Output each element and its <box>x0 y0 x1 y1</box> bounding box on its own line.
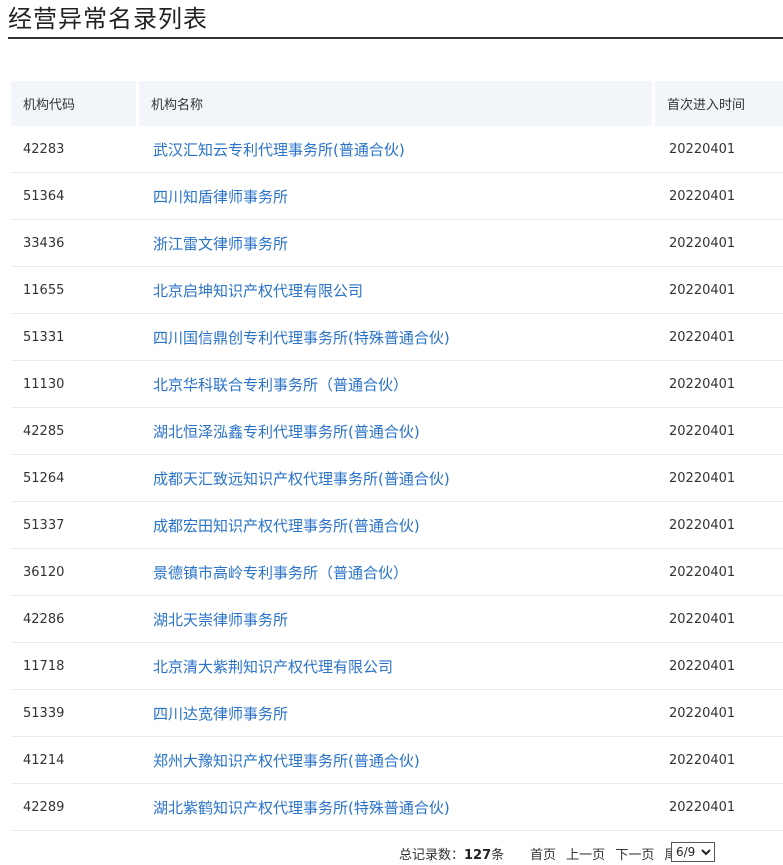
org-name-link[interactable]: 湖北天崇律师事务所 <box>153 611 288 629</box>
org-name-link[interactable]: 成都天汇致远知识产权代理事务所(普通合伙) <box>153 470 450 488</box>
entry-date-cell: 20220401 <box>655 502 783 549</box>
org-name-cell: 景德镇市高岭专利事务所（普通合伙） <box>139 549 655 596</box>
table-row: 51339 四川达宽律师事务所 20220401 <box>11 690 783 737</box>
org-name-cell: 北京清大紫荆知识产权代理有限公司 <box>139 643 655 690</box>
org-name-link[interactable]: 武汉汇知云专利代理事务所(普通合伙) <box>153 141 405 159</box>
org-name-link[interactable]: 郑州大豫知识产权代理事务所(普通合伙) <box>153 752 420 770</box>
org-name-cell: 成都宏田知识产权代理事务所(普通合伙) <box>139 502 655 549</box>
org-name-cell: 郑州大豫知识产权代理事务所(普通合伙) <box>139 737 655 784</box>
org-name-link[interactable]: 北京华科联合专利事务所（普通合伙） <box>153 376 408 394</box>
org-name-link[interactable]: 四川达宽律师事务所 <box>153 705 288 723</box>
org-name-cell: 武汉汇知云专利代理事务所(普通合伙) <box>139 126 655 173</box>
next-page-link[interactable]: 下一页 <box>615 848 654 863</box>
org-name-link[interactable]: 四川国信鼎创专利代理事务所(特殊普通合伙) <box>153 329 450 347</box>
org-code-cell: 33436 <box>11 220 139 267</box>
org-name-cell: 四川达宽律师事务所 <box>139 690 655 737</box>
org-code-cell: 11655 <box>11 267 139 314</box>
total-unit: 条 <box>491 848 505 863</box>
org-name-link[interactable]: 浙江雷文律师事务所 <box>153 235 288 253</box>
total-count: 127 <box>464 848 492 863</box>
entry-date-cell: 20220401 <box>655 314 783 361</box>
table-row: 11655 北京启坤知识产权代理有限公司 20220401 <box>11 267 783 314</box>
org-name-link[interactable]: 湖北恒泽泓鑫专利代理事务所(普通合伙) <box>153 423 420 441</box>
org-code-cell: 51331 <box>11 314 139 361</box>
entry-date-cell: 20220401 <box>655 220 783 267</box>
header-date: 首次进入时间 <box>655 81 783 126</box>
org-name-cell: 四川国信鼎创专利代理事务所(特殊普通合伙) <box>139 314 655 361</box>
entry-date-cell: 20220401 <box>655 455 783 502</box>
table-body: 42283 武汉汇知云专利代理事务所(普通合伙) 20220401 51364 四川知盾… <box>11 126 783 831</box>
table-row: 42285 湖北恒泽泓鑫专利代理事务所(普通合伙) 20220401 <box>11 408 783 455</box>
org-code-cell: 51339 <box>11 690 139 737</box>
org-code-cell: 11130 <box>11 361 139 408</box>
org-name-link[interactable]: 北京清大紫荆知识产权代理有限公司 <box>153 658 393 676</box>
header-row: 机构代码 机构名称 首次进入时间 <box>11 81 783 126</box>
org-code-cell: 11718 <box>11 643 139 690</box>
data-table: 机构代码 机构名称 首次进入时间 42283 武汉汇知云专利代理事务所(普通合伙)… <box>11 81 783 831</box>
org-name-cell: 北京启坤知识产权代理有限公司 <box>139 267 655 314</box>
org-name-link[interactable]: 成都宏田知识产权代理事务所(普通合伙) <box>153 517 420 535</box>
table-header: 机构代码 机构名称 首次进入时间 <box>11 81 783 126</box>
table-row: 42283 武汉汇知云专利代理事务所(普通合伙) 20220401 <box>11 126 783 173</box>
org-name-link[interactable]: 四川知盾律师事务所 <box>153 188 288 206</box>
org-code-cell: 51264 <box>11 455 139 502</box>
org-name-cell: 湖北恒泽泓鑫专利代理事务所(普通合伙) <box>139 408 655 455</box>
table-row: 51364 四川知盾律师事务所 20220401 <box>11 173 783 220</box>
table-row: 41214 郑州大豫知识产权代理事务所(普通合伙) 20220401 <box>11 737 783 784</box>
page-header: 经营异常名录列表 <box>8 0 783 39</box>
page-title: 经营异常名录列表 <box>8 5 208 33</box>
org-name-link[interactable]: 湖北紫鹤知识产权代理事务所(特殊普通合伙) <box>153 799 450 817</box>
table-row: 11718 北京清大紫荆知识产权代理有限公司 20220401 <box>11 643 783 690</box>
org-name-cell: 成都天汇致远知识产权代理事务所(普通合伙) <box>139 455 655 502</box>
entry-date-cell: 20220401 <box>655 690 783 737</box>
total-label: 总记录数： <box>399 848 465 863</box>
org-name-cell: 北京华科联合专利事务所（普通合伙） <box>139 361 655 408</box>
table-row: 42286 湖北天崇律师事务所 20220401 <box>11 596 783 643</box>
org-code-cell: 42283 <box>11 126 139 173</box>
org-name-link[interactable]: 北京启坤知识产权代理有限公司 <box>153 282 363 300</box>
org-name-cell: 湖北紫鹤知识产权代理事务所(特殊普通合伙) <box>139 784 655 831</box>
table-row: 42289 湖北紫鹤知识产权代理事务所(特殊普通合伙) 20220401 <box>11 784 783 831</box>
entry-date-cell: 20220401 <box>655 408 783 455</box>
abnormal-list-table: 机构代码 机构名称 首次进入时间 42283 武汉汇知云专利代理事务所(普通合伙)… <box>11 81 783 831</box>
org-code-cell: 36120 <box>11 549 139 596</box>
org-code-cell: 51337 <box>11 502 139 549</box>
total-records: 总记录数：127条 <box>399 844 504 863</box>
entry-date-cell: 20220401 <box>655 267 783 314</box>
entry-date-cell: 20220401 <box>655 596 783 643</box>
entry-date-cell: 20220401 <box>655 173 783 220</box>
org-name-cell: 湖北天崇律师事务所 <box>139 596 655 643</box>
header-name: 机构名称 <box>139 81 655 126</box>
org-name-cell: 四川知盾律师事务所 <box>139 173 655 220</box>
org-code-cell: 51364 <box>11 173 139 220</box>
org-code-cell: 42286 <box>11 596 139 643</box>
table-row: 33436 浙江雷文律师事务所 20220401 <box>11 220 783 267</box>
prev-page-link[interactable]: 上一页 <box>566 848 605 863</box>
table-row: 51264 成都天汇致远知识产权代理事务所(普通合伙) 20220401 <box>11 455 783 502</box>
table-row: 51331 四川国信鼎创专利代理事务所(特殊普通合伙) 20220401 <box>11 314 783 361</box>
header-code: 机构代码 <box>11 81 139 126</box>
table-row: 11130 北京华科联合专利事务所（普通合伙） 20220401 <box>11 361 783 408</box>
entry-date-cell: 20220401 <box>655 361 783 408</box>
org-name-link[interactable]: 景德镇市高岭专利事务所（普通合伙） <box>153 564 408 582</box>
entry-date-cell: 20220401 <box>655 643 783 690</box>
org-code-cell: 42289 <box>11 784 139 831</box>
entry-date-cell: 20220401 <box>655 549 783 596</box>
entry-date-cell: 20220401 <box>655 126 783 173</box>
pagination: 总记录数：127条 首页 上一页 下一页 尾页 6/9 <box>0 841 783 863</box>
org-code-cell: 41214 <box>11 737 139 784</box>
table-row: 51337 成都宏田知识产权代理事务所(普通合伙) 20220401 <box>11 502 783 549</box>
page-select[interactable]: 6/9 <box>671 842 715 862</box>
entry-date-cell: 20220401 <box>655 784 783 831</box>
org-code-cell: 42285 <box>11 408 139 455</box>
table-row: 36120 景德镇市高岭专利事务所（普通合伙） 20220401 <box>11 549 783 596</box>
first-page-link[interactable]: 首页 <box>530 848 556 863</box>
entry-date-cell: 20220401 <box>655 737 783 784</box>
org-name-cell: 浙江雷文律师事务所 <box>139 220 655 267</box>
